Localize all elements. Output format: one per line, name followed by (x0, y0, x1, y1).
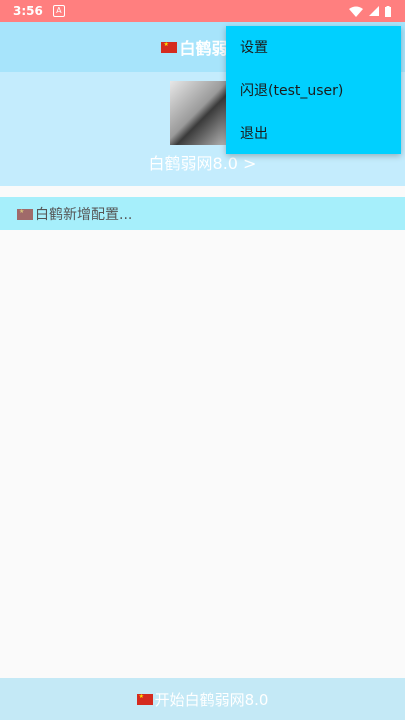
china-flag-icon (17, 208, 33, 220)
signal-icon (369, 6, 379, 16)
avatar[interactable] (170, 81, 234, 145)
status-bar: 3:56 A (0, 0, 405, 22)
menu-item-crash[interactable]: 闪退(test_user) (226, 69, 401, 112)
overflow-menu: 设置 闪退(test_user) 退出 (226, 26, 401, 154)
status-icons (349, 0, 391, 22)
menu-item-settings[interactable]: 设置 (226, 26, 401, 69)
config-list-item[interactable]: 白鹤新增配置... (0, 197, 405, 230)
start-button-label: 开始白鹤弱网8.0 (154, 690, 269, 709)
start-button[interactable]: 开始白鹤弱网8.0 (0, 678, 405, 720)
wifi-icon (349, 6, 363, 17)
battery-icon (385, 5, 391, 17)
accessibility-notification-icon: A (52, 5, 65, 17)
menu-item-exit[interactable]: 退出 (226, 111, 401, 154)
status-time: 3:56 (13, 4, 43, 18)
config-label: 白鹤新增配置... (35, 206, 133, 223)
china-flag-icon (161, 41, 178, 53)
china-flag-icon (136, 693, 153, 705)
